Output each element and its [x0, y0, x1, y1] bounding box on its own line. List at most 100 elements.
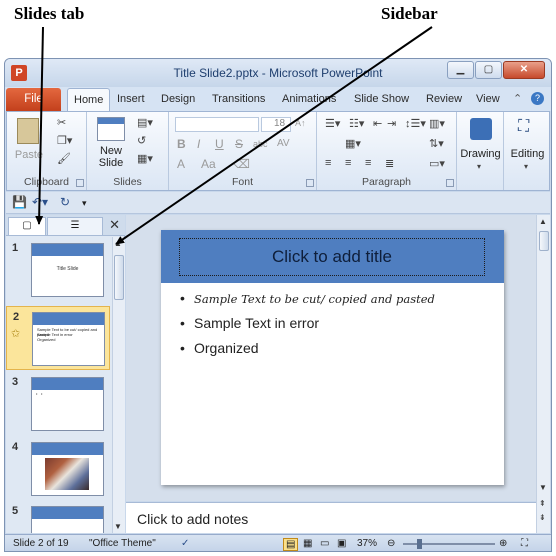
bullet-item[interactable]: Organized [178, 340, 435, 365]
editing-button[interactable]: Editing [504, 148, 551, 160]
bold-button[interactable]: B [177, 137, 186, 151]
format-painter-icon[interactable]: 🖌 [57, 152, 71, 165]
line-spacing-icon[interactable]: ↕☰▾ [405, 117, 426, 130]
font-color-button[interactable]: A [177, 157, 185, 171]
italic-button[interactable]: I [197, 137, 200, 151]
tab-slide-show[interactable]: Slide Show [354, 91, 409, 109]
paste-button[interactable]: Paste [13, 149, 45, 161]
drawing-button[interactable]: Drawing [457, 148, 504, 160]
drawing-dropdown-icon[interactable]: ▾ [477, 162, 481, 171]
scroll-thumb[interactable] [539, 231, 549, 251]
help-icon[interactable]: ? [531, 92, 544, 105]
tab-animations[interactable]: Animations [282, 91, 336, 109]
tab-review[interactable]: Review [426, 91, 462, 109]
justify-icon[interactable]: ≣ [385, 157, 394, 170]
tab-transitions[interactable]: Transitions [212, 91, 265, 109]
align-left-icon[interactable]: ≡ [325, 157, 331, 169]
slides-tab[interactable]: ▢ [8, 217, 46, 235]
content-placeholder[interactable]: Sample Text to be cut/ copied and pasted… [178, 290, 435, 365]
bullet-item[interactable]: Sample Text in error [178, 315, 435, 340]
zoom-out-icon[interactable]: ⊖ [387, 538, 395, 549]
undo-icon[interactable]: ↶▾ [32, 195, 48, 209]
columns-icon[interactable]: ▥▾ [429, 117, 445, 130]
reading-view-icon[interactable]: ▭ [320, 538, 329, 549]
editing-dropdown-icon[interactable]: ▾ [524, 162, 528, 171]
redo-icon[interactable]: ↻ [60, 195, 70, 209]
char-spacing-button[interactable]: AV [277, 138, 290, 149]
font-launcher[interactable] [306, 179, 314, 187]
scroll-up-arrow-icon[interactable]: ▲ [114, 239, 122, 248]
scroll-thumb[interactable] [114, 255, 124, 300]
section-icon[interactable]: ▦▾ [137, 152, 153, 165]
fit-slide-icon[interactable]: ⛶ [521, 538, 528, 549]
font-name-dropdown[interactable] [175, 117, 259, 132]
shadow-button[interactable]: abc [253, 139, 268, 149]
convert-smartart-icon[interactable]: ▦▾ [345, 137, 361, 150]
zoom-slider-thumb[interactable] [417, 539, 422, 549]
pane-close-icon[interactable]: ✕ [109, 217, 120, 233]
zoom-in-icon[interactable]: ⊕ [499, 538, 507, 549]
current-slide[interactable]: Click to add title Sample Text to be cut… [161, 230, 504, 485]
zoom-level[interactable]: 37% [357, 538, 377, 549]
change-case-button[interactable]: Aa [201, 157, 216, 171]
outline-tab[interactable]: ☰ [47, 217, 103, 235]
clear-format-icon[interactable]: ⌫ [233, 157, 250, 171]
scroll-down-arrow-icon[interactable]: ▼ [114, 522, 122, 531]
slide-thumbnail-3[interactable]: 3 • • [6, 372, 110, 436]
slide-thumbnail-2[interactable]: 2 ✩ Sample Text to be cut/ copied and pa… [6, 306, 110, 370]
tab-home[interactable]: Home [67, 88, 111, 112]
tab-insert[interactable]: Insert [117, 91, 145, 109]
numbering-icon[interactable]: ☷▾ [349, 117, 364, 130]
align-right-icon[interactable]: ≡ [365, 157, 371, 169]
tab-file[interactable]: File [6, 88, 61, 111]
copy-icon[interactable]: ❐▾ [57, 134, 72, 147]
reset-icon[interactable]: ↺ [137, 134, 146, 147]
slide-number: 3 [12, 376, 19, 388]
new-slide-icon[interactable] [97, 117, 125, 141]
notes-placeholder[interactable]: Click to add notes [137, 511, 248, 527]
shapes-icon[interactable] [470, 118, 492, 140]
clipboard-launcher[interactable] [76, 179, 84, 187]
binoculars-icon[interactable]: ⛶ [518, 118, 529, 136]
underline-button[interactable]: U [215, 137, 224, 151]
cut-icon[interactable]: ✂ [57, 116, 66, 129]
bullet-text: Organized [194, 340, 259, 356]
bullets-icon[interactable]: ☰▾ [325, 117, 340, 130]
paragraph-launcher[interactable] [446, 179, 454, 187]
notes-pane[interactable]: Click to add notes [126, 502, 536, 533]
layout-icon[interactable]: ▤▾ [137, 116, 153, 129]
slide-sorter-icon[interactable]: ▦ [303, 538, 312, 549]
tab-design[interactable]: Design [161, 91, 195, 109]
slide-scrollbar[interactable]: ▲ ▼ ⇞ ⇟ [536, 215, 550, 533]
increase-indent-icon[interactable]: ⇥ [387, 117, 396, 130]
save-icon[interactable]: 💾 [12, 195, 27, 209]
paste-icon[interactable] [17, 118, 39, 144]
align-text-icon[interactable]: ▭▾ [429, 157, 445, 170]
next-slide-icon[interactable]: ⇟ [539, 513, 546, 522]
strikethrough-button[interactable]: S [235, 137, 243, 151]
close-button[interactable]: ✕ [503, 61, 545, 79]
normal-view-icon[interactable]: ▤ [283, 538, 299, 551]
minimize-ribbon-icon[interactable]: ⌃ [513, 92, 522, 105]
scroll-up-arrow-icon[interactable]: ▲ [539, 217, 547, 226]
decrease-indent-icon[interactable]: ⇤ [373, 117, 382, 130]
text-direction-icon[interactable]: ⇅▾ [429, 137, 444, 150]
spell-check-icon[interactable]: ✓ [181, 538, 189, 549]
bullet-item[interactable]: Sample Text to be cut/ copied and pasted [178, 290, 435, 315]
slide-thumbnail-1[interactable]: 1 Title Slide [6, 238, 110, 302]
slide-thumbnail-4[interactable]: 4 [6, 437, 110, 501]
tab-view[interactable]: View [476, 91, 500, 109]
slide-show-icon[interactable]: ▣ [337, 538, 346, 549]
new-slide-button[interactable]: New Slide [93, 145, 129, 169]
restore-button[interactable]: ▢ [475, 61, 502, 79]
scroll-down-arrow-icon[interactable]: ▼ [539, 483, 547, 492]
grow-font-icon[interactable]: A↑ [295, 118, 306, 128]
slide-thumbnail-5[interactable]: 5 [6, 501, 110, 533]
minimize-button[interactable]: ▁ [447, 61, 474, 79]
title-placeholder[interactable]: Click to add title [179, 238, 485, 276]
customize-qat-icon[interactable]: ▾ [82, 198, 87, 209]
previous-slide-icon[interactable]: ⇞ [539, 499, 546, 508]
slides-pane-scrollbar[interactable]: ▲ ▼ [112, 237, 125, 533]
font-size-dropdown[interactable]: 18 [261, 117, 291, 132]
center-icon[interactable]: ≡ [345, 157, 351, 169]
